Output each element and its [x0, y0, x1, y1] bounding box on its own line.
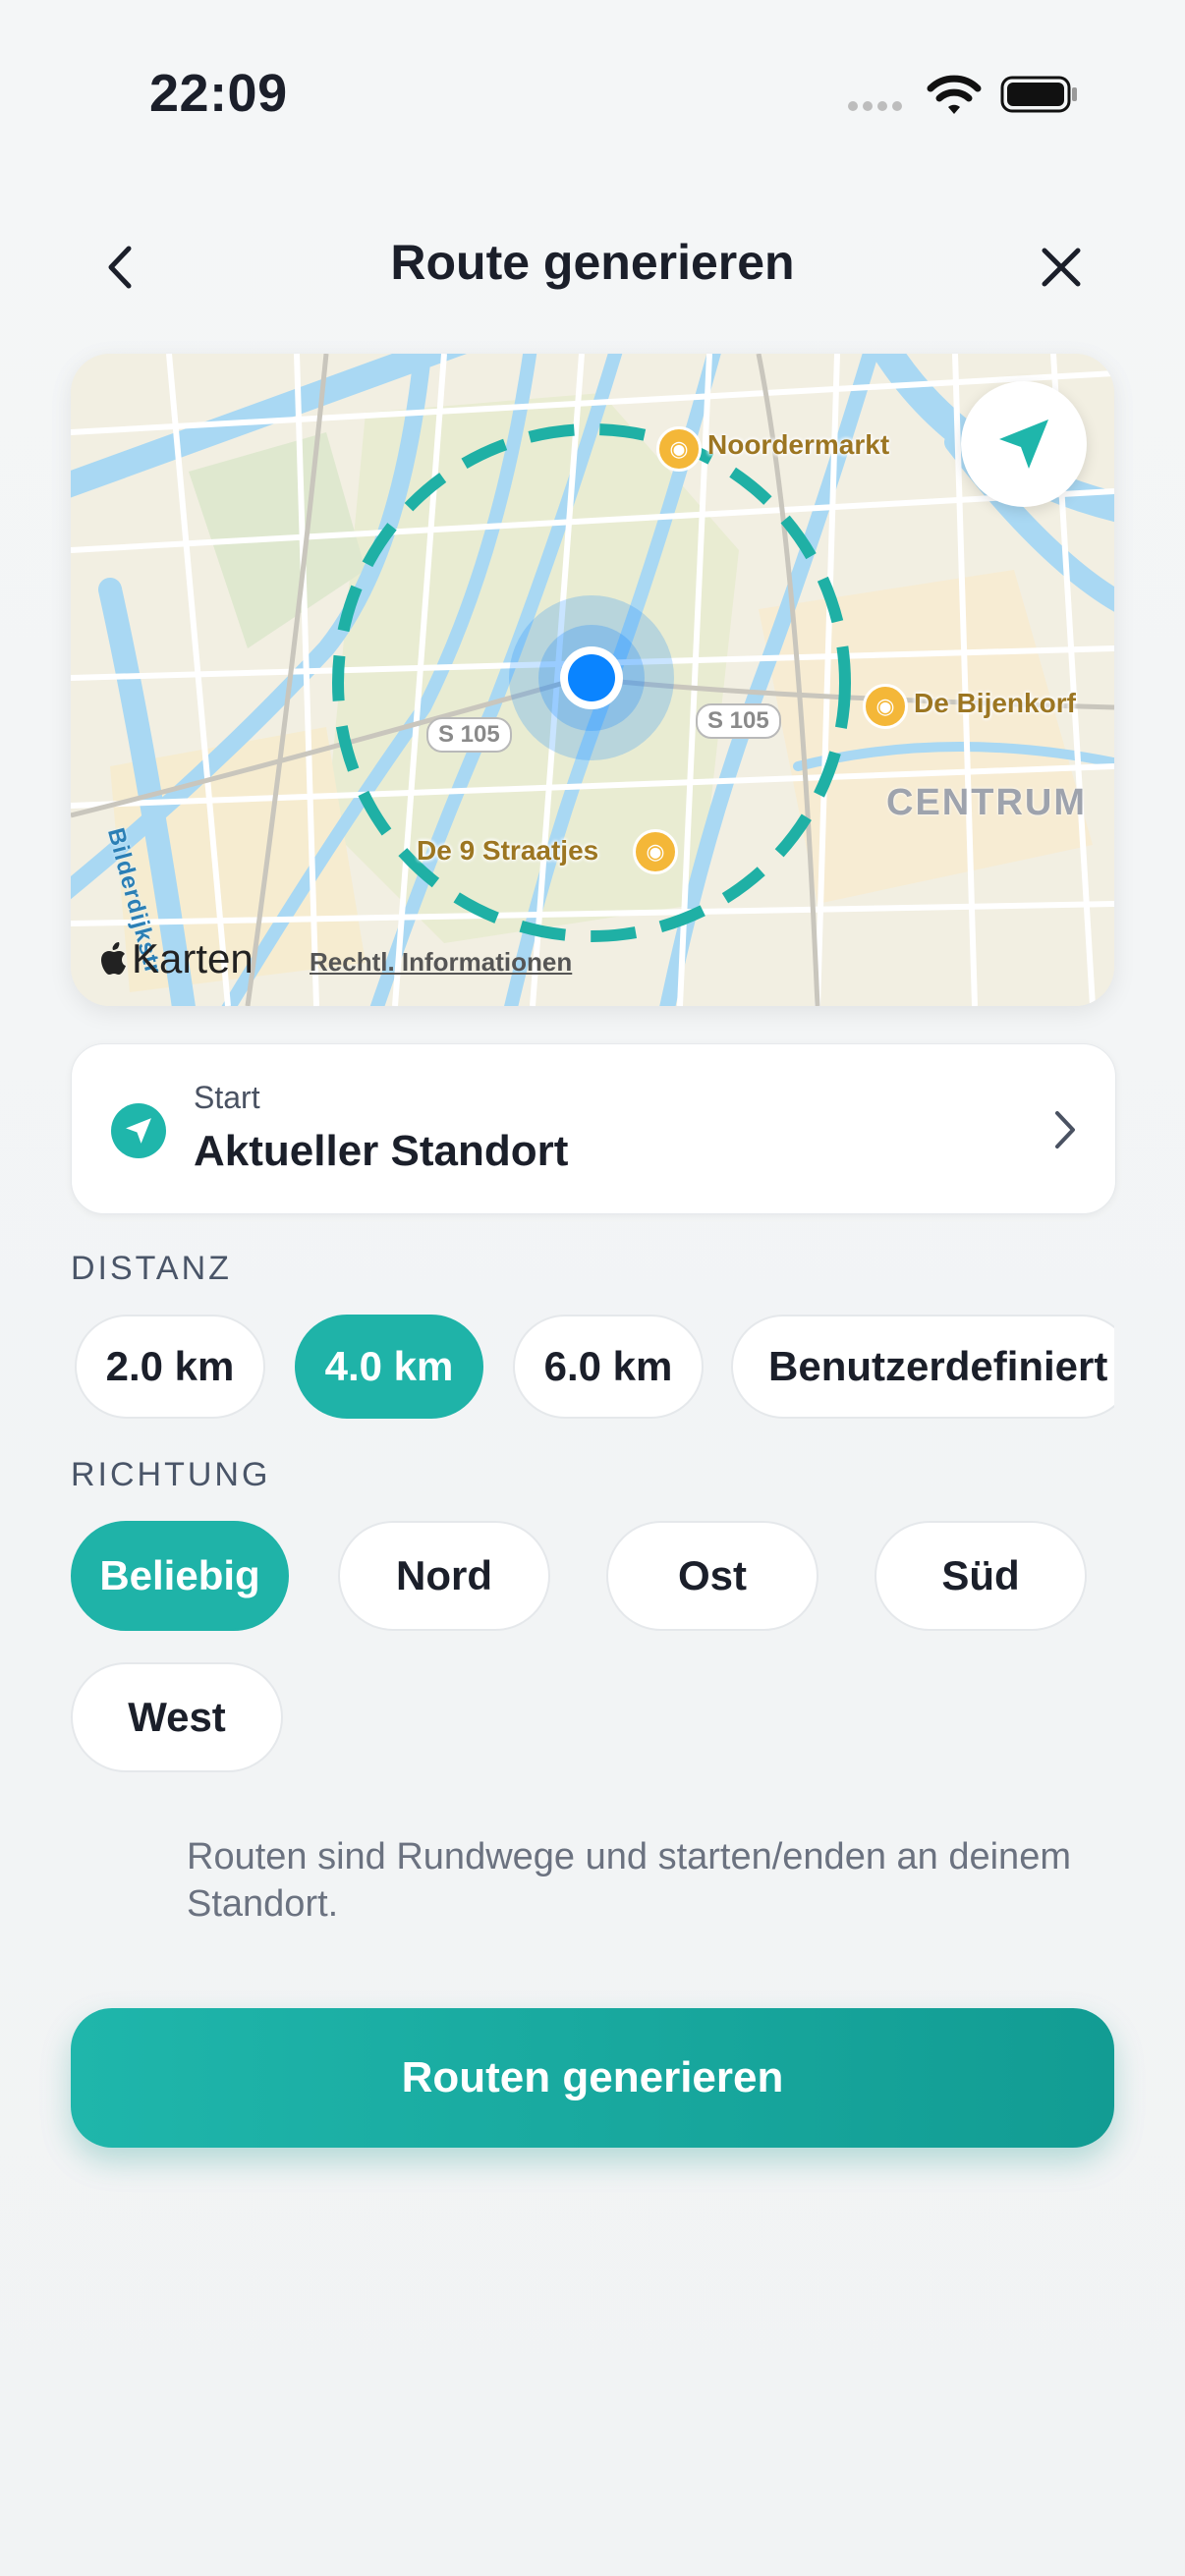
- page-title: Route generieren: [390, 235, 795, 290]
- locate-button[interactable]: [961, 381, 1087, 507]
- direction-option-any[interactable]: Beliebig: [71, 1521, 289, 1631]
- map-preview[interactable]: ◉ Noordermarkt ◉ De Bijenkorf ◉ De 9 Str…: [71, 354, 1114, 1006]
- close-button[interactable]: [1030, 228, 1093, 307]
- distance-option-4km[interactable]: 4.0 km: [295, 1315, 483, 1419]
- distance-options: 2.0 km 4.0 km 6.0 km Benutzerdefiniert: [71, 1313, 1114, 1421]
- direction-option-west[interactable]: West: [71, 1662, 283, 1772]
- chevron-right-icon: [1055, 1111, 1075, 1148]
- distance-section-title: DISTANZ: [71, 1250, 232, 1287]
- generate-routes-button[interactable]: Routen generieren: [71, 2008, 1114, 2148]
- legal-link[interactable]: Rechtl. Informationen: [310, 947, 572, 978]
- shopping-icon: ◉: [633, 829, 678, 874]
- direction-option-south[interactable]: Süd: [875, 1521, 1087, 1631]
- distance-option-6km[interactable]: 6.0 km: [513, 1315, 704, 1419]
- road-shield: S 105: [426, 717, 512, 753]
- direction-option-north[interactable]: Nord: [338, 1521, 550, 1631]
- status-time: 22:09: [149, 64, 288, 123]
- poi-de-9-straatjes[interactable]: De 9 Straatjes: [417, 835, 598, 867]
- wifi-icon: [927, 75, 982, 114]
- location-arrow-icon: [999, 420, 1048, 469]
- maps-logo: Karten: [100, 935, 254, 982]
- info-note: Routen sind Rundwege und starten/enden a…: [187, 1836, 1071, 1925]
- maps-brand: Karten: [132, 935, 254, 981]
- location-arrow-icon: [111, 1103, 166, 1158]
- shopping-bag-icon: ◉: [863, 684, 908, 729]
- close-icon: [1042, 248, 1081, 287]
- direction-section-title: RICHTUNG: [71, 1456, 271, 1493]
- poi-de-bijenkorf[interactable]: De Bijenkorf: [914, 688, 1076, 719]
- direction-option-east[interactable]: Ost: [606, 1521, 818, 1631]
- district-label: CENTRUM: [886, 782, 1087, 823]
- poi-noordermarkt[interactable]: Noordermarkt: [707, 429, 889, 461]
- apple-icon: [101, 942, 126, 975]
- start-value: Aktueller Standort: [194, 1127, 569, 1175]
- distance-option-2km[interactable]: 2.0 km: [75, 1315, 265, 1419]
- road-shield: S 105: [696, 703, 781, 739]
- distance-option-custom[interactable]: Benutzerdefiniert: [731, 1315, 1114, 1419]
- start-location-card[interactable]: Start Aktueller Standort: [71, 1043, 1116, 1214]
- start-label: Start: [194, 1080, 260, 1115]
- basket-icon: ◉: [656, 426, 702, 472]
- map-base: [71, 354, 1114, 1006]
- battery-icon: [1000, 76, 1077, 113]
- cellular-signal-icon: [848, 101, 902, 111]
